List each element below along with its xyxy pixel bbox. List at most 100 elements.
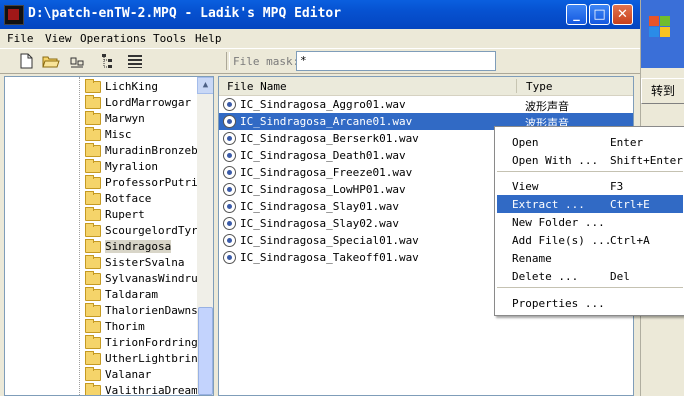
tree-item-label: SisterSvalna [105, 256, 185, 269]
context-item-shortcut: Del [610, 270, 630, 283]
tree-item-label: ProfessorPutric [105, 176, 205, 189]
folder-icon [85, 127, 101, 141]
menu-view-label: View [45, 32, 72, 45]
context-item-new-folder[interactable]: New Folder ... [497, 213, 683, 231]
minimize-button[interactable]: _ [566, 4, 587, 25]
new-file-icon[interactable] [17, 52, 35, 70]
tree-item-label: Rupert [105, 208, 145, 221]
wav-file-icon [223, 166, 236, 179]
tree-connector-line [79, 77, 80, 395]
toolbar: File mask: * [0, 48, 640, 74]
menu-file[interactable]: File [7, 32, 34, 45]
title-bar: D:\patch-enTW-2.MPQ - Ladik's MPQ Editor… [0, 0, 640, 29]
context-item-label: New Folder ... [512, 216, 605, 229]
folder-icon [85, 79, 101, 93]
context-item-delete[interactable]: Delete ... Del [497, 267, 683, 285]
folder-icon [85, 303, 101, 317]
context-item-label: Rename [512, 252, 552, 265]
menu-help-label: Help [195, 32, 222, 45]
context-item-open-with[interactable]: Open With ... Shift+Enter [497, 151, 683, 169]
folder-icon [85, 383, 101, 395]
wav-file-icon [223, 217, 236, 230]
menu-file-label: File [7, 32, 34, 45]
file-name: IC_Sindragosa_Berserk01.wav [240, 132, 419, 145]
folder-icon [85, 287, 101, 301]
scrollbar-thumb[interactable] [198, 307, 213, 395]
app-icon [4, 5, 24, 25]
tree-item-label: ValithriaDreamw [105, 384, 205, 396]
column-type[interactable]: Type [526, 80, 553, 93]
tree-item-label: Thorim [105, 320, 145, 333]
menu-help[interactable]: Help [195, 32, 222, 45]
file-mask-label: File mask: [233, 55, 300, 68]
file-mask-input[interactable]: * [296, 51, 496, 71]
toolbar-separator [226, 52, 230, 70]
file-type: 波形声音 [525, 100, 569, 113]
tree-item-label: UtherLightbring [105, 352, 205, 365]
folder-icon [85, 335, 101, 349]
context-item-rename[interactable]: Rename [497, 249, 683, 267]
folder-icon [85, 111, 101, 125]
menu-tools[interactable]: Tools [153, 32, 186, 45]
wav-file-icon [223, 251, 236, 264]
scroll-up-icon[interactable]: ▲ [197, 77, 213, 94]
menu-separator [497, 171, 683, 172]
folder-icon [85, 351, 101, 365]
menu-bar: File View Operations Tools Help [0, 29, 640, 48]
menu-view[interactable]: View [45, 32, 72, 45]
open-folder-icon[interactable] [42, 52, 60, 70]
file-name: IC_Sindragosa_Slay02.wav [240, 217, 399, 230]
tree-item-label: SylvanasWindrun [105, 272, 205, 285]
tree-view-icon[interactable] [100, 52, 118, 70]
column-file-name[interactable]: File Name [227, 80, 287, 93]
tree-item-label: MuradinBronzebe [105, 144, 205, 157]
file-name: IC_Sindragosa_Takeoff01.wav [240, 251, 419, 264]
context-item-label: Delete ... [512, 270, 579, 283]
rename-icon[interactable] [68, 52, 86, 70]
file-name: IC_Sindragosa_Freeze01.wav [240, 166, 413, 179]
tree-item-label: ScourgelordTyra [105, 224, 205, 237]
maximize-button[interactable]: □ [589, 4, 610, 25]
file-name: IC_Sindragosa_LowHP01.wav [240, 183, 406, 196]
folder-icon [85, 95, 101, 109]
folder-icon [85, 207, 101, 221]
context-menu: Open Enter Open With ... Shift+Enter View F3 E… [494, 126, 684, 316]
menu-separator [497, 287, 683, 288]
list-header: File Name Type [219, 77, 633, 96]
file-name: IC_Sindragosa_Special01.wav [240, 234, 419, 247]
context-item-label: Open [512, 136, 539, 149]
tree-item-label: Marwyn [105, 112, 145, 125]
context-item-view[interactable]: View F3 [497, 177, 683, 195]
tree-scrollbar[interactable]: ▲ [197, 77, 213, 395]
menu-operations-label: Operations [80, 32, 147, 45]
column-divider[interactable] [516, 79, 517, 93]
goto-button[interactable]: 转到 [641, 78, 684, 104]
folder-icon [85, 223, 101, 237]
folder-icon [85, 143, 101, 157]
context-item-add-file-s[interactable]: Add File(s) ... Ctrl+A [497, 231, 683, 249]
tree-item-label: Misc [105, 128, 132, 141]
folder-icon [85, 159, 101, 173]
menu-operations[interactable]: Operations [80, 32, 146, 45]
folder-icon [85, 271, 101, 285]
close-button[interactable]: ✕ [612, 4, 633, 25]
context-item-extract[interactable]: Extract ... Ctrl+E [497, 195, 683, 213]
folder-icon [85, 175, 101, 189]
wav-file-icon [223, 234, 236, 247]
folder-icon [85, 191, 101, 205]
tree-item-label: LordMarrowgar [105, 96, 192, 109]
context-item-shortcut: Ctrl+A [610, 234, 650, 247]
context-item-shortcut: F3 [610, 180, 624, 193]
context-item-properties[interactable]: Properties ... [497, 294, 683, 312]
wav-file-icon [223, 132, 236, 145]
file-name: IC_Sindragosa_Aggro01.wav [240, 98, 406, 111]
file-row[interactable]: IC_Sindragosa_Aggro01.wav 波形声音 [219, 96, 633, 113]
window-title: D:\patch-enTW-2.MPQ - Ladik's MPQ Editor [28, 6, 342, 21]
context-item-shortcut: Shift+Enter [610, 154, 683, 167]
desktop-window-titlebar [641, 0, 684, 68]
context-item-shortcut: Enter [610, 136, 644, 149]
wav-file-icon [223, 200, 236, 213]
file-name: IC_Sindragosa_Death01.wav [240, 149, 406, 162]
context-item-open[interactable]: Open Enter [497, 133, 683, 151]
list-view-icon[interactable] [126, 52, 144, 70]
